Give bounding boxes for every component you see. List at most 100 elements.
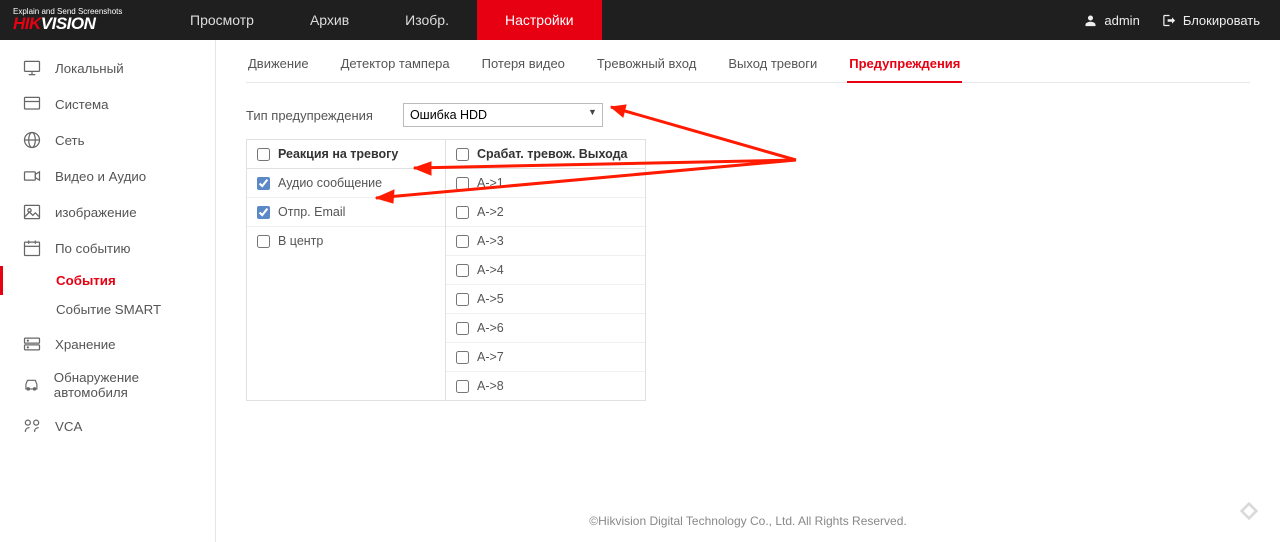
alarmout-6-label: A->6: [477, 321, 504, 335]
footer-text: ©Hikvision Digital Technology Co., Ltd. …: [216, 514, 1280, 528]
vca-icon: [22, 416, 42, 436]
linkage-audio-checkbox[interactable]: [257, 177, 270, 190]
sidebar-subgroup-event: События Событие SMART: [0, 266, 215, 326]
alarmout-row-3: A->3: [446, 227, 645, 256]
sidebar-label: VCA: [55, 419, 82, 434]
sidebar-storage[interactable]: Хранение: [0, 326, 215, 362]
lock-button[interactable]: Блокировать: [1162, 13, 1260, 28]
monitor-icon: [22, 58, 42, 78]
topnav-image[interactable]: Изобр.: [377, 0, 477, 40]
linkage-center-checkbox[interactable]: [257, 235, 270, 248]
topbar-right: admin Блокировать: [1083, 13, 1280, 28]
alarmout-row-2: A->2: [446, 198, 645, 227]
options-grid: Реакция на тревогу Аудио сообщение Отпр.…: [246, 139, 1250, 401]
subtab-video-loss[interactable]: Потеря видео: [480, 50, 567, 82]
sidebar-video-audio[interactable]: Видео и Аудио: [0, 158, 215, 194]
sidebar-label: Система: [55, 97, 109, 112]
user-icon: [1083, 13, 1098, 28]
logo-brand-suffix: VISION: [41, 14, 96, 33]
alarmout-2-checkbox[interactable]: [456, 206, 469, 219]
sidebar-label: Сеть: [55, 133, 85, 148]
lock-label: Блокировать: [1183, 13, 1260, 28]
alarmout-4-label: A->4: [477, 263, 504, 277]
alarmout-7-label: A->7: [477, 350, 504, 364]
column-linkage-header: Реакция на тревогу: [247, 140, 445, 169]
sidebar-label: Хранение: [55, 337, 116, 352]
alarmout-5-checkbox[interactable]: [456, 293, 469, 306]
alarmout-all-checkbox[interactable]: [456, 148, 469, 161]
network-icon: [22, 130, 42, 150]
form-area: Тип предупреждения Ошибка HDD Реакция на…: [246, 83, 1250, 401]
topnav-view[interactable]: Просмотр: [162, 0, 282, 40]
subtabs: Движение Детектор тампера Потеря видео Т…: [246, 50, 1250, 83]
alarmout-row-7: A->7: [446, 343, 645, 372]
topnav: Просмотр Архив Изобр. Настройки: [162, 0, 602, 40]
footer-ornament: [1238, 500, 1260, 522]
logo-brand: HIKVISION: [13, 16, 162, 32]
content-wrap: Локальный Система Сеть Видео и Аудио изо…: [0, 40, 1280, 542]
linkage-row-email: Отпр. Email: [247, 198, 445, 227]
logo: Explain and Send Screenshots HIKVISION: [0, 8, 162, 32]
alarmout-1-checkbox[interactable]: [456, 177, 469, 190]
calendar-icon: [22, 238, 42, 258]
linkage-audio-label: Аудио сообщение: [278, 176, 382, 190]
subtab-alarm-out[interactable]: Выход тревоги: [726, 50, 819, 82]
sidebar-label: Видео и Аудио: [55, 169, 146, 184]
system-icon: [22, 94, 42, 114]
sidebar-network[interactable]: Сеть: [0, 122, 215, 158]
topnav-archive[interactable]: Архив: [282, 0, 377, 40]
linkage-email-label: Отпр. Email: [278, 205, 345, 219]
exception-type-select[interactable]: Ошибка HDD: [403, 103, 603, 127]
camera-icon: [22, 166, 42, 186]
column-alarm-out: Срабат. тревож. Выхода A->1 A->2 A->3 A-…: [446, 139, 646, 401]
sidebar-system[interactable]: Система: [0, 86, 215, 122]
logout-icon: [1162, 13, 1177, 28]
topnav-settings[interactable]: Настройки: [477, 0, 602, 40]
linkage-all-checkbox[interactable]: [257, 148, 270, 161]
sidebar-vehicle[interactable]: Обнаружение автомобиля: [0, 362, 215, 408]
subtab-motion[interactable]: Движение: [246, 50, 311, 82]
sidebar-label: Обнаружение автомобиля: [54, 370, 207, 400]
sidebar-vca[interactable]: VCA: [0, 408, 215, 444]
sidebar-label: изображение: [55, 205, 137, 220]
column-alarm-out-header: Срабат. тревож. Выхода: [446, 140, 645, 169]
alarmout-header-label: Срабат. тревож. Выхода: [477, 147, 627, 161]
sidebar-label: Локальный: [55, 61, 124, 76]
user-label: admin: [1104, 13, 1139, 28]
logo-brand-prefix: HIK: [13, 14, 41, 33]
sidebar-sub-smart[interactable]: Событие SMART: [0, 295, 215, 324]
alarmout-4-checkbox[interactable]: [456, 264, 469, 277]
alarmout-8-label: A->8: [477, 379, 504, 393]
sidebar-sub-events[interactable]: События: [0, 266, 215, 295]
storage-icon: [22, 334, 42, 354]
sidebar: Локальный Система Сеть Видео и Аудио изо…: [0, 40, 216, 542]
sidebar-image[interactable]: изображение: [0, 194, 215, 230]
subtab-tamper[interactable]: Детектор тампера: [339, 50, 452, 82]
exception-type-row: Тип предупреждения Ошибка HDD: [246, 103, 1250, 127]
user-button[interactable]: admin: [1083, 13, 1139, 28]
subtab-exception[interactable]: Предупреждения: [847, 50, 962, 83]
linkage-email-checkbox[interactable]: [257, 206, 270, 219]
image-icon: [22, 202, 42, 222]
alarmout-row-8: A->8: [446, 372, 645, 400]
alarmout-7-checkbox[interactable]: [456, 351, 469, 364]
sidebar-by-event[interactable]: По событию: [0, 230, 215, 266]
sidebar-local[interactable]: Локальный: [0, 50, 215, 86]
exception-type-label: Тип предупреждения: [246, 108, 373, 123]
alarmout-2-label: A->2: [477, 205, 504, 219]
topbar: Explain and Send Screenshots HIKVISION П…: [0, 0, 1280, 40]
alarmout-row-5: A->5: [446, 285, 645, 314]
main-panel: Движение Детектор тампера Потеря видео Т…: [216, 40, 1280, 542]
alarmout-5-label: A->5: [477, 292, 504, 306]
alarmout-1-label: A->1: [477, 176, 504, 190]
alarmout-6-checkbox[interactable]: [456, 322, 469, 335]
alarmout-row-6: A->6: [446, 314, 645, 343]
linkage-center-label: В центр: [278, 234, 323, 248]
alarmout-8-checkbox[interactable]: [456, 380, 469, 393]
linkage-row-center: В центр: [247, 227, 445, 255]
sidebar-label: По событию: [55, 241, 131, 256]
alarmout-3-checkbox[interactable]: [456, 235, 469, 248]
exception-type-select-wrap: Ошибка HDD: [403, 103, 603, 127]
alarmout-row-1: A->1: [446, 169, 645, 198]
subtab-alarm-in[interactable]: Тревожный вход: [595, 50, 698, 82]
